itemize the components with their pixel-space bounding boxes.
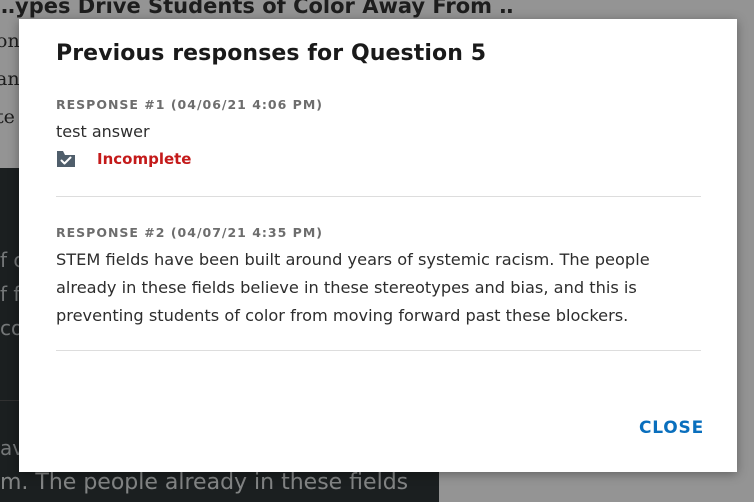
response-body: test answer: [56, 122, 150, 141]
response-item: RESPONSE #1 (04/06/21 4:06 PM) test answ…: [56, 97, 701, 197]
response-header: RESPONSE #2 (04/07/21 4:35 PM): [56, 225, 323, 240]
responses-list: RESPONSE #1 (04/06/21 4:06 PM) test answ…: [56, 97, 701, 351]
response-item: RESPONSE #2 (04/07/21 4:35 PM) STEM fiel…: [56, 225, 701, 351]
response-body: STEM fields have been built around years…: [56, 250, 650, 325]
close-button[interactable]: CLOSE: [639, 418, 704, 438]
response-status: Incomplete: [56, 148, 701, 170]
status-incomplete-label: Incomplete: [97, 150, 192, 168]
previous-responses-dialog: Previous responses for Question 5 RESPON…: [19, 19, 737, 472]
response-header: RESPONSE #1 (04/06/21 4:06 PM): [56, 97, 323, 112]
dialog-title: Previous responses for Question 5: [56, 41, 487, 66]
submitted-checkmark-icon: [57, 151, 75, 167]
